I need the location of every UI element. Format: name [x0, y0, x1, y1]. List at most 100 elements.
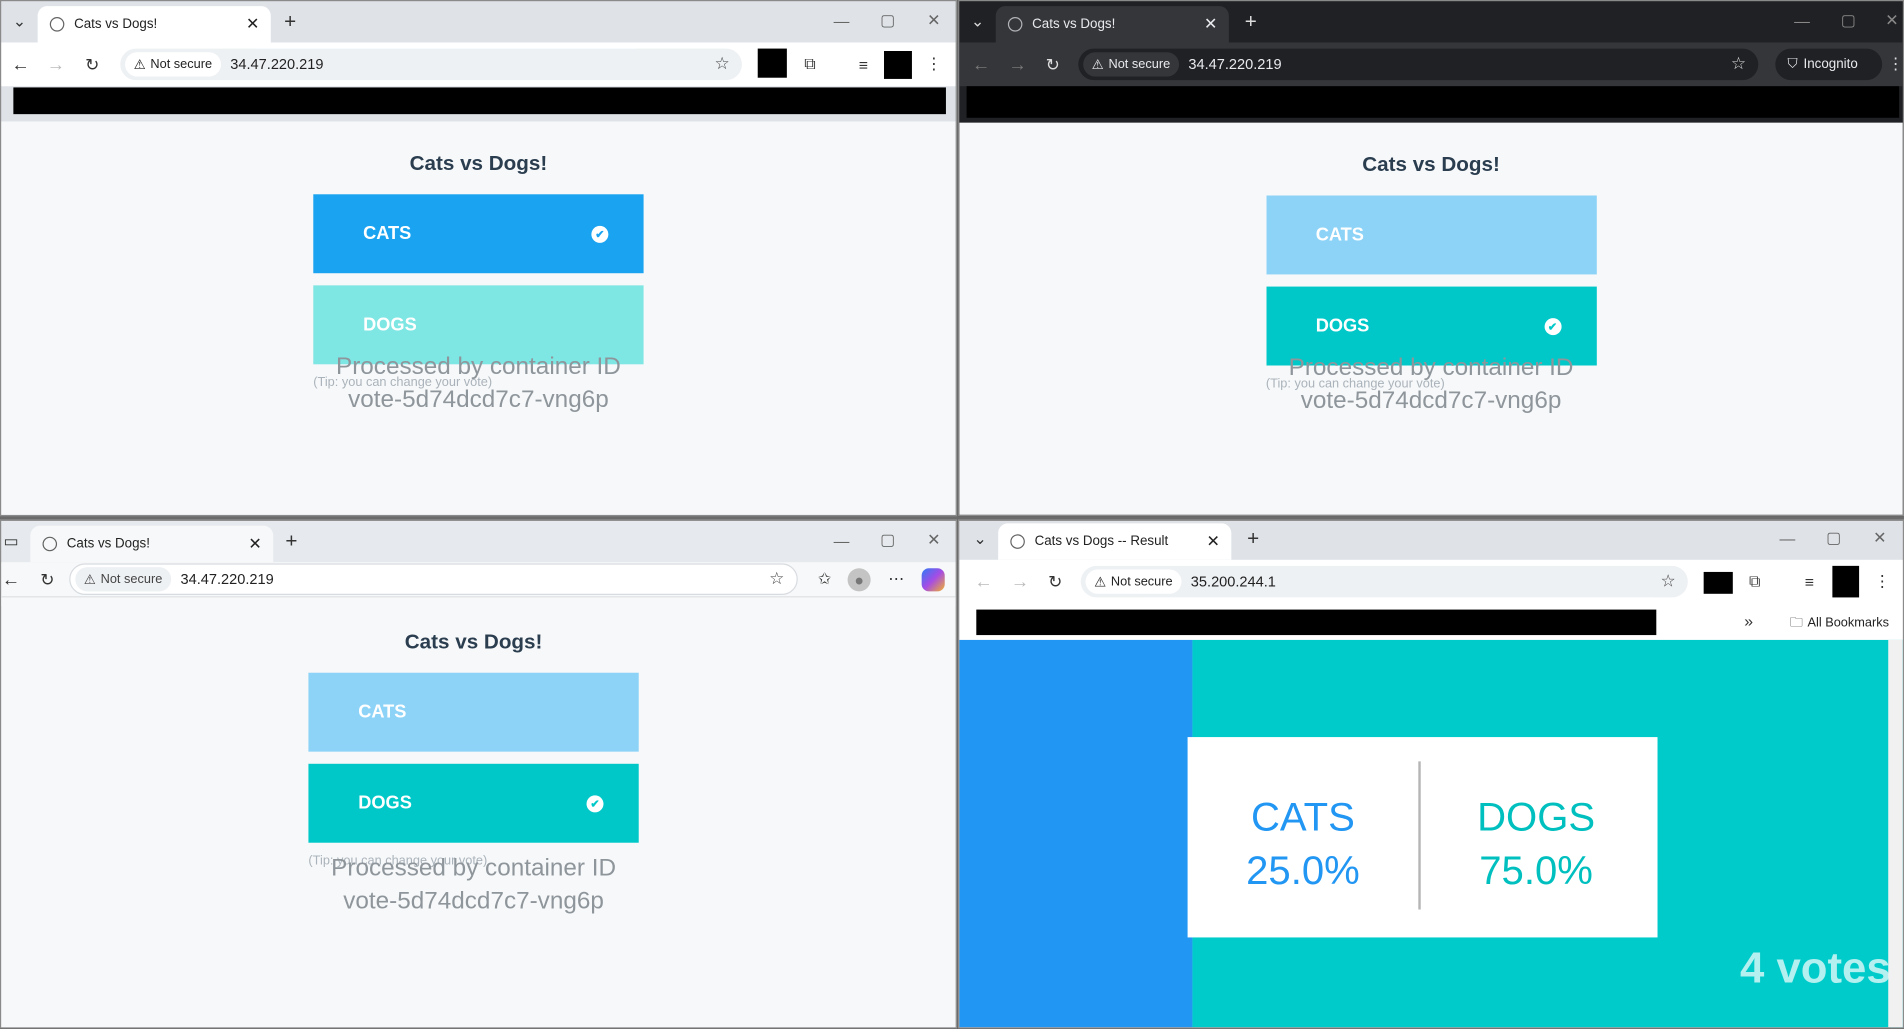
star-icon[interactable]: ☆	[1731, 53, 1746, 74]
all-bookmarks[interactable]: 🗀 All Bookmarks	[1790, 613, 1889, 635]
redacted-bookmarks-bar	[13, 87, 946, 115]
star-icon[interactable]: ☆	[1660, 571, 1675, 592]
back-icon[interactable]: ←	[1, 567, 20, 591]
extensions-icon[interactable]: ⧉	[1743, 570, 1767, 594]
close-window-icon[interactable]: ✕	[1868, 526, 1892, 550]
star-icon[interactable]: ☆	[769, 568, 784, 589]
check-icon: ✔	[1543, 318, 1561, 336]
new-tab-icon[interactable]: +	[278, 10, 302, 33]
tab-bar: ⌄ Cats vs Dogs -- Result ✕ + — ▢ ✕	[959, 521, 1903, 562]
more-icon[interactable]: ⋯	[884, 567, 908, 591]
url-text[interactable]: 34.47.220.219	[1188, 56, 1281, 73]
security-chip[interactable]: ⚠ Not secure	[1083, 52, 1179, 77]
maximize-icon[interactable]: ▢	[876, 528, 900, 552]
incognito-chip[interactable]: ⛉ Incognito	[1775, 48, 1883, 81]
security-chip[interactable]: ⚠ Not secure	[125, 52, 221, 77]
menu-icon[interactable]: ⋮	[1870, 570, 1894, 594]
new-tab-icon[interactable]: +	[279, 529, 303, 552]
url-text[interactable]: 35.200.244.1	[1191, 573, 1276, 590]
toolbar: ← → ↻ ⚠ Not secure 34.47.220.219 ☆ ⧉ ≡ ⋮	[1, 42, 956, 87]
media-icon[interactable]: ≡	[1797, 570, 1821, 594]
minimize-icon[interactable]: —	[829, 9, 853, 33]
cats-bar	[959, 639, 1193, 1028]
globe-icon	[49, 17, 65, 32]
reload-icon[interactable]: ↻	[35, 567, 59, 591]
menu-icon[interactable]: ⋮	[922, 52, 946, 76]
page-content: Cats vs Dogs! CATS DOGS ✔ (Tip: you can …	[959, 122, 1903, 515]
page-content: Cats vs Dogs! CATS DOGS ✔ (Tip: you can …	[1, 596, 956, 1028]
chevron-more-icon[interactable]: »	[1736, 608, 1760, 632]
minimize-icon[interactable]: —	[1775, 526, 1799, 550]
maximize-icon[interactable]: ▢	[876, 9, 900, 33]
url-text[interactable]: 34.47.220.219	[181, 571, 274, 588]
menu-icon[interactable]: ⋮	[1887, 52, 1903, 76]
tab-result[interactable]: Cats vs Dogs -- Result ✕	[998, 523, 1232, 560]
redacted-bookmarks	[976, 609, 1657, 636]
tab-search-icon[interactable]: ⌄	[969, 528, 991, 550]
redacted-profile	[884, 51, 912, 79]
tab-cats-vs-dogs[interactable]: Cats vs Dogs! ✕	[30, 525, 274, 563]
forward-icon[interactable]: →	[1008, 570, 1032, 594]
star-icon[interactable]: ☆	[715, 53, 730, 74]
tab-cats-vs-dogs[interactable]: Cats vs Dogs! ✕	[995, 6, 1229, 43]
media-icon[interactable]: ≡	[851, 52, 875, 76]
redacted-profile	[1832, 565, 1860, 598]
tab-actions-icon[interactable]: ▭	[1, 531, 20, 553]
globe-icon	[1010, 534, 1025, 549]
toolbar: ← → ↻ ⚠ Not secure 34.47.220.219 ☆ ⛉ Inc…	[959, 42, 1903, 87]
result-content: CATS 25.0% DOGS 75.0% 4 votes	[959, 639, 1903, 1028]
copilot-icon[interactable]	[921, 568, 945, 592]
close-tab-icon[interactable]: ✕	[242, 15, 264, 34]
favorites-icon[interactable]: ✩	[812, 567, 836, 591]
cats-button[interactable]: CATS	[308, 672, 639, 752]
minimize-icon[interactable]: —	[1790, 9, 1814, 33]
cats-button[interactable]: CATS	[1265, 195, 1597, 275]
close-tab-icon[interactable]: ✕	[1202, 532, 1224, 551]
forward-icon[interactable]: →	[44, 52, 68, 76]
security-chip[interactable]: ⚠ Not secure	[75, 567, 171, 592]
back-icon[interactable]: ←	[969, 52, 993, 76]
back-icon[interactable]: ←	[971, 570, 995, 594]
tab-search-icon[interactable]: ⌄	[9, 11, 31, 33]
extensions-icon[interactable]: ⧉	[798, 52, 822, 76]
address-bar[interactable]: ⚠ Not secure 34.47.220.219 ☆	[120, 48, 742, 81]
tab-cats-vs-dogs[interactable]: Cats vs Dogs! ✕	[37, 6, 271, 43]
address-bar[interactable]: ⚠ Not secure 35.200.244.1 ☆	[1080, 565, 1688, 598]
reload-icon[interactable]: ↻	[1043, 570, 1067, 594]
close-window-icon[interactable]: ✕	[1880, 9, 1903, 33]
tab-bar: ⌄ Cats vs Dogs! ✕ + — ▢ ✕	[1, 1, 955, 43]
close-window-icon[interactable]: ✕	[922, 9, 946, 33]
toolbar: ← → ↻ ⚠ Not secure 35.200.244.1 ☆ ⧉ ≡ ⋮	[959, 559, 1903, 604]
address-bar[interactable]: ⚠ Not secure 34.47.220.219 ☆	[69, 563, 798, 596]
url-text[interactable]: 34.47.220.219	[230, 56, 323, 73]
avatar[interactable]: ●	[847, 568, 871, 592]
minimize-icon[interactable]: —	[829, 528, 853, 552]
back-icon[interactable]: ←	[9, 52, 33, 76]
redacted-block	[1703, 571, 1733, 594]
close-window-icon[interactable]: ✕	[922, 528, 946, 552]
warning-icon: ⚠	[133, 57, 146, 73]
close-tab-icon[interactable]: ✕	[244, 534, 266, 553]
new-tab-icon[interactable]: +	[1241, 527, 1265, 550]
page-title: Cats vs Dogs!	[409, 151, 548, 175]
new-tab-icon[interactable]: +	[1239, 10, 1263, 33]
close-tab-icon[interactable]: ✕	[1200, 15, 1222, 34]
forward-icon[interactable]: →	[1005, 52, 1029, 76]
bookmarks-bar: » 🗀 All Bookmarks	[959, 603, 1903, 640]
maximize-icon[interactable]: ▢	[1836, 9, 1860, 33]
dogs-button[interactable]: DOGS ✔	[308, 763, 639, 843]
cats-button[interactable]: CATS ✔	[313, 194, 644, 274]
scrollbar[interactable]	[1888, 639, 1903, 1028]
maximize-icon[interactable]: ▢	[1821, 526, 1845, 550]
reload-icon[interactable]: ↻	[1041, 52, 1065, 76]
redacted-bookmarks-bar	[966, 86, 1900, 118]
warning-icon: ⚠	[1094, 574, 1107, 590]
address-bar[interactable]: ⚠ Not secure 34.47.220.219 ☆	[1078, 48, 1759, 81]
vote-form: Cats vs Dogs! CATS DOGS ✔ (Tip: you can …	[308, 630, 639, 914]
check-icon: ✔	[591, 225, 609, 243]
tab-search-icon[interactable]: ⌄	[967, 11, 989, 33]
vote-count: 4 votes	[1739, 942, 1891, 993]
security-chip[interactable]: ⚠ Not secure	[1085, 569, 1182, 594]
reload-icon[interactable]: ↻	[80, 52, 104, 76]
dogs-result: DOGS 75.0%	[1477, 794, 1596, 893]
